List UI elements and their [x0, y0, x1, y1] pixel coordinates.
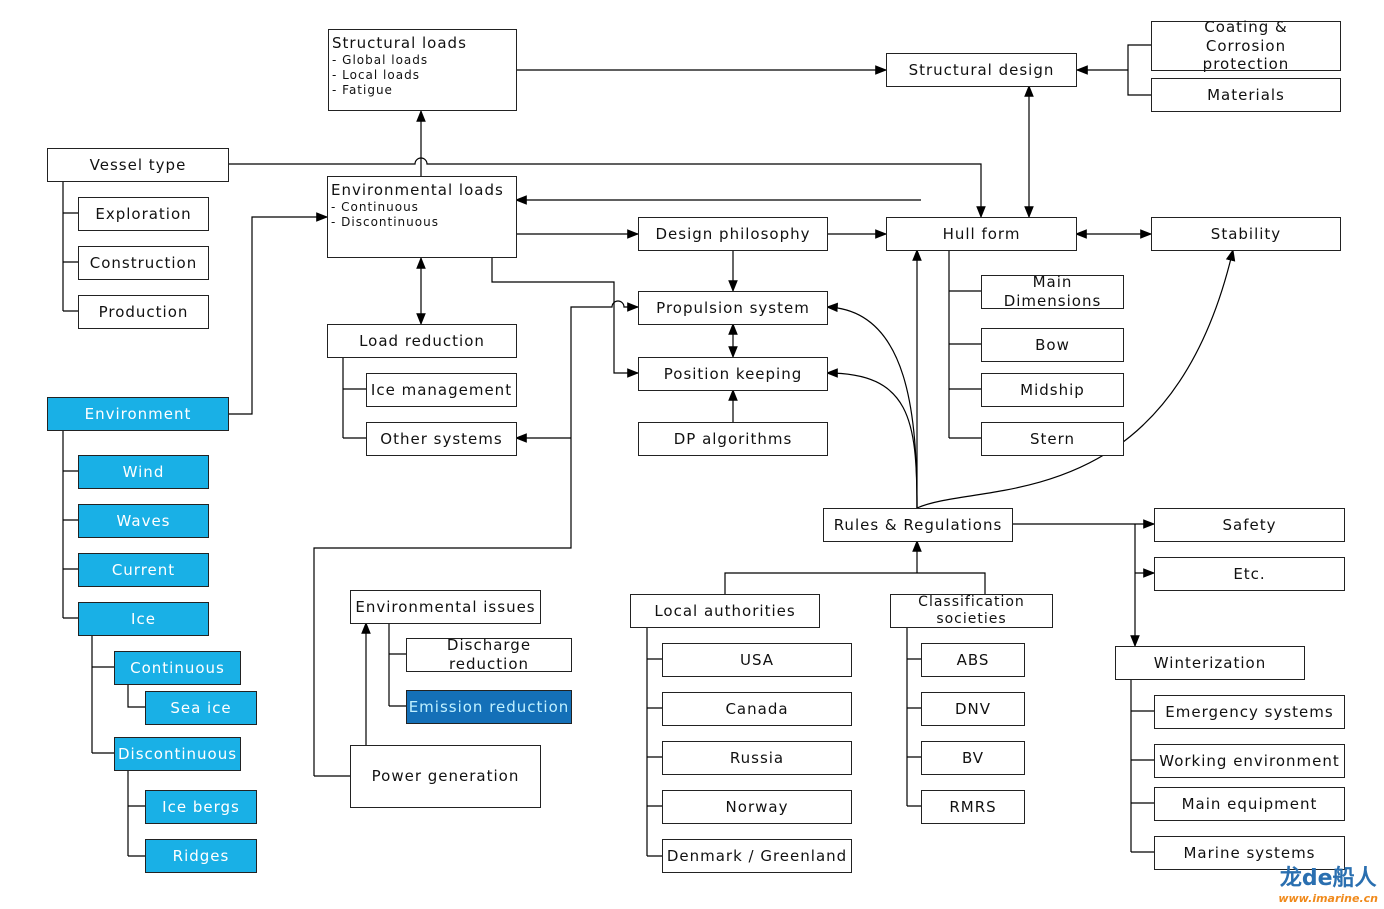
node-other-systems: Other systems	[366, 422, 517, 456]
node-emergency-systems: Emergency systems	[1154, 695, 1345, 729]
node-continuous: Continuous	[114, 651, 241, 685]
node-environmental-loads: Environmental loads - Continuous - Disco…	[327, 176, 517, 258]
node-design-philosophy: Design philosophy	[638, 217, 828, 251]
diagram: Structural loads - Global loads - Local …	[0, 0, 1384, 909]
watermark-url: www.imarine.cn	[1278, 892, 1378, 905]
node-hull-form: Hull form	[886, 217, 1077, 251]
node-structural-loads: Structural loads - Global loads - Local …	[328, 29, 517, 111]
node-bow: Bow	[981, 328, 1124, 362]
node-safety: Safety	[1154, 508, 1345, 542]
node-environment: Environment	[47, 397, 229, 431]
node-discontinuous: Discontinuous	[114, 737, 241, 771]
node-midship: Midship	[981, 373, 1124, 407]
node-propulsion-system: Propulsion system	[638, 291, 828, 325]
node-winterization: Winterization	[1115, 646, 1305, 680]
node-abs: ABS	[921, 643, 1025, 677]
node-materials: Materials	[1151, 78, 1341, 112]
node-wind: Wind	[78, 455, 209, 489]
node-coating: Coating & Corrosion protection	[1151, 18, 1341, 73]
node-item: - Discontinuous	[331, 214, 439, 229]
node-structural-design: Structural design	[886, 53, 1077, 87]
node-ice-bergs: Ice bergs	[145, 790, 257, 824]
node-ice-management: Ice management	[366, 373, 517, 407]
node-ice: Ice	[78, 602, 209, 636]
node-main-equipment: Main equipment	[1154, 787, 1345, 821]
node-ridges: Ridges	[145, 839, 257, 873]
node-exploration: Exploration	[78, 197, 209, 231]
node-production: Production	[78, 295, 209, 329]
node-dnv: DNV	[921, 692, 1025, 726]
node-dp-algorithms: DP algorithms	[638, 422, 828, 456]
node-working-environment: Working environment	[1154, 744, 1345, 778]
node-classification-societies: Classification societies	[890, 594, 1053, 628]
node-title: Environmental loads	[331, 181, 504, 199]
node-canada: Canada	[662, 692, 852, 726]
node-rmrs: RMRS	[921, 790, 1025, 824]
node-vessel-type: Vessel type	[47, 148, 229, 182]
node-norway: Norway	[662, 790, 852, 824]
node-etc: Etc.	[1154, 557, 1345, 591]
watermark-logo: 龙de船人	[1279, 866, 1377, 891]
node-stern: Stern	[981, 422, 1124, 456]
node-stability: Stability	[1151, 217, 1341, 251]
node-load-reduction: Load reduction	[327, 324, 517, 358]
node-local-authorities: Local authorities	[630, 594, 820, 628]
node-power-generation: Power generation	[350, 745, 541, 808]
node-emission-reduction: Emission reduction	[406, 690, 572, 724]
node-rules-regulations: Rules & Regulations	[823, 508, 1013, 542]
node-sea-ice: Sea ice	[145, 691, 257, 725]
node-item: - Continuous	[331, 199, 419, 214]
node-russia: Russia	[662, 741, 852, 775]
node-current: Current	[78, 553, 209, 587]
node-item: - Fatigue	[332, 82, 393, 97]
node-title: Structural loads	[332, 34, 467, 52]
node-position-keeping: Position keeping	[638, 357, 828, 391]
node-bv: BV	[921, 741, 1025, 775]
node-construction: Construction	[78, 246, 209, 280]
node-item: - Local loads	[332, 67, 420, 82]
node-waves: Waves	[78, 504, 209, 538]
watermark: 龙de船人 www.imarine.cn	[1278, 860, 1378, 905]
node-discharge-reduction: Discharge reduction	[406, 636, 572, 673]
node-usa: USA	[662, 643, 852, 677]
node-denmark-greenland: Denmark / Greenland	[662, 839, 852, 873]
node-item: - Global loads	[332, 52, 429, 67]
node-environmental-issues: Environmental issues	[350, 590, 541, 624]
node-main-dimensions: Main Dimensions	[981, 273, 1124, 310]
